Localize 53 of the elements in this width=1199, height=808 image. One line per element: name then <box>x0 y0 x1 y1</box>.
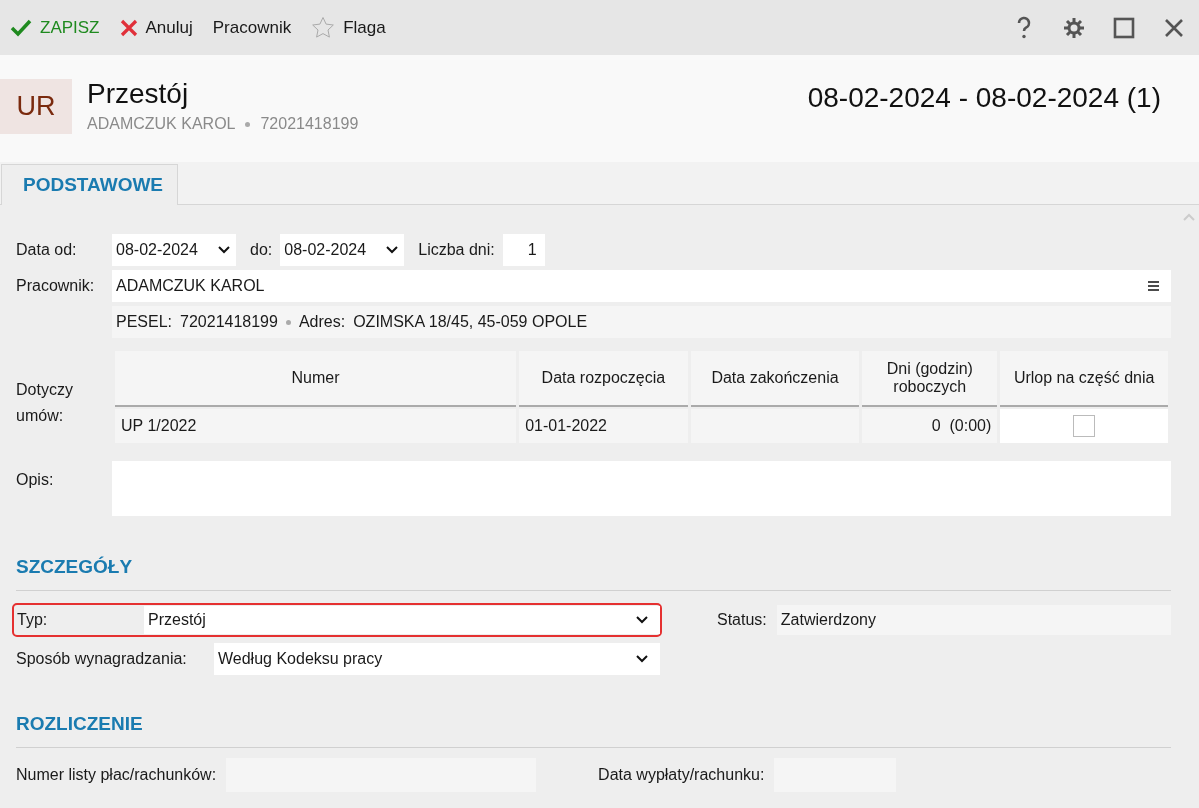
type-badge: UR <box>0 79 72 134</box>
column-header: Data zakończenia <box>690 351 860 407</box>
separator-dot <box>285 319 291 325</box>
pesel-value: 72021418199 <box>180 313 278 331</box>
field-label: Sposób wynagradzania: <box>16 650 188 668</box>
employee-name: ADAMCZUK KAROL <box>87 115 236 133</box>
column-header: Data rozpoczęcia <box>519 351 688 407</box>
field-label: Pracownik: <box>16 277 96 295</box>
table-cell: 01-01-2022 <box>519 407 688 443</box>
check-icon <box>10 18 32 37</box>
field-label: PESEL: <box>116 313 173 331</box>
address-value: OZIMSKA 18/45, 45-059 OPOLE <box>353 313 588 331</box>
tab[interactable]: PODSTAWOWE <box>1 164 179 205</box>
section-heading: ROZLICZENIE <box>16 713 1171 748</box>
chevron-down-icon <box>218 246 230 254</box>
payment-dropdown[interactable]: Według Kodeksu pracy <box>214 643 660 675</box>
menu-icon[interactable] <box>1148 281 1159 291</box>
field-label: Adres: <box>298 313 346 331</box>
days-field[interactable]: 1 <box>502 234 545 266</box>
employee-field[interactable]: ADAMCZUK KAROL <box>112 270 1171 302</box>
chevron-down-icon <box>386 246 399 254</box>
checkbox[interactable] <box>1073 415 1096 437</box>
separator-dot <box>245 121 251 127</box>
toolbar-button[interactable]: ZAPISZ <box>10 9 110 46</box>
star-icon <box>311 15 336 40</box>
field-label: do: <box>250 241 273 259</box>
column-header: Urlop na część dnia <box>1000 351 1168 407</box>
field-label: Data od: <box>16 241 78 259</box>
field-label: Liczba dni: <box>418 241 495 259</box>
date-range: 08-02-2024 - 08-02-2024 (1) <box>807 82 1161 114</box>
field-label: Opis: <box>16 470 55 490</box>
toolbar-button[interactable]: Anuluj <box>119 9 203 46</box>
table-cell: 0 (0:00) <box>862 407 998 443</box>
type-dropdown[interactable]: Przestój <box>144 606 660 634</box>
field-label: Status: <box>717 611 767 629</box>
cross-icon <box>119 18 138 37</box>
pesel-number: 72021418199 <box>260 115 359 133</box>
field-label: Numer listy płac/rachunków: <box>16 766 217 784</box>
date-picker[interactable]: 08-02-2024 <box>112 234 236 266</box>
section-heading: SZCZEGÓŁY <box>16 556 1171 591</box>
date-picker[interactable]: 08-02-2024 <box>280 234 405 266</box>
toolbar-button[interactable]: Flaga <box>311 9 396 46</box>
record-title: Przestój <box>87 79 190 109</box>
chevron-down-icon <box>636 655 648 663</box>
column-header: Dni (godzin) roboczych <box>862 351 998 407</box>
field-label: Dotyczy umów: <box>16 380 74 426</box>
status-field: Zatwierdzony <box>776 605 1171 635</box>
table-cell: UP 1/2022 <box>115 407 517 443</box>
field-label: Typ: <box>17 611 49 629</box>
field-label: Data wypłaty/rachunku: <box>598 766 765 784</box>
chevron-down-icon <box>636 616 648 624</box>
column-header: Numer <box>115 351 517 407</box>
toolbar-button[interactable]: Pracownik <box>212 9 302 46</box>
